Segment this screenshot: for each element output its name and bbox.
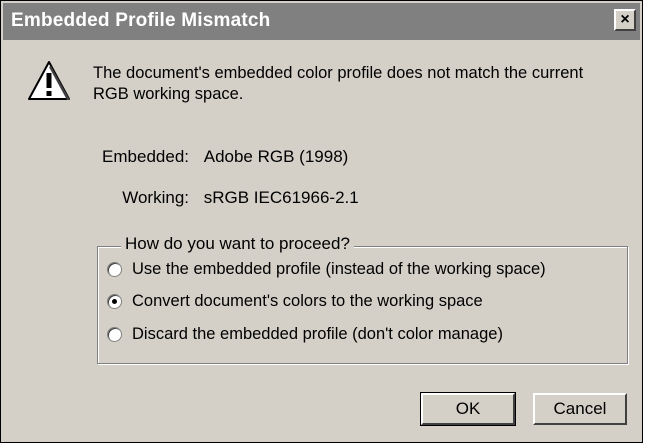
mismatch-message: The document's embedded color profile do… bbox=[93, 64, 584, 103]
radio-discard-profile[interactable] bbox=[107, 327, 122, 342]
option-convert-to-working[interactable]: Convert document's colors to the working… bbox=[107, 292, 483, 311]
close-button[interactable]: × bbox=[614, 9, 636, 31]
radio-convert-to-working[interactable] bbox=[107, 294, 122, 309]
embedded-label: Embedded: bbox=[102, 147, 189, 166]
dialog-title: Embedded Profile Mismatch bbox=[11, 10, 271, 31]
proceed-group-label: How do you want to proceed? bbox=[121, 234, 354, 254]
working-profile-row: Working: sRGB IEC61966-2.1 bbox=[93, 188, 359, 208]
radio-use-embedded[interactable] bbox=[107, 262, 122, 277]
ok-button[interactable]: OK bbox=[420, 392, 516, 426]
option-use-embedded-label: Use the embedded profile (instead of the… bbox=[132, 260, 546, 278]
option-discard-profile[interactable]: Discard the embedded profile (don't colo… bbox=[107, 325, 503, 344]
working-label: Working: bbox=[122, 188, 189, 207]
embedded-value: Adobe RGB (1998) bbox=[203, 147, 349, 166]
option-use-embedded[interactable]: Use the embedded profile (instead of the… bbox=[107, 260, 546, 279]
title-bar[interactable]: Embedded Profile Mismatch × bbox=[3, 3, 640, 40]
embedded-profile-row: Embedded: Adobe RGB (1998) bbox=[93, 147, 348, 167]
working-value: sRGB IEC61966-2.1 bbox=[203, 188, 359, 207]
option-convert-to-working-label: Convert document's colors to the working… bbox=[132, 292, 483, 310]
cancel-button[interactable]: Cancel bbox=[533, 393, 627, 425]
embedded-profile-mismatch-dialog: Embedded Profile Mismatch × The document… bbox=[0, 0, 643, 443]
option-discard-profile-label: Discard the embedded profile (don't colo… bbox=[132, 325, 503, 343]
warning-icon bbox=[28, 61, 70, 100]
close-icon: × bbox=[620, 11, 630, 28]
